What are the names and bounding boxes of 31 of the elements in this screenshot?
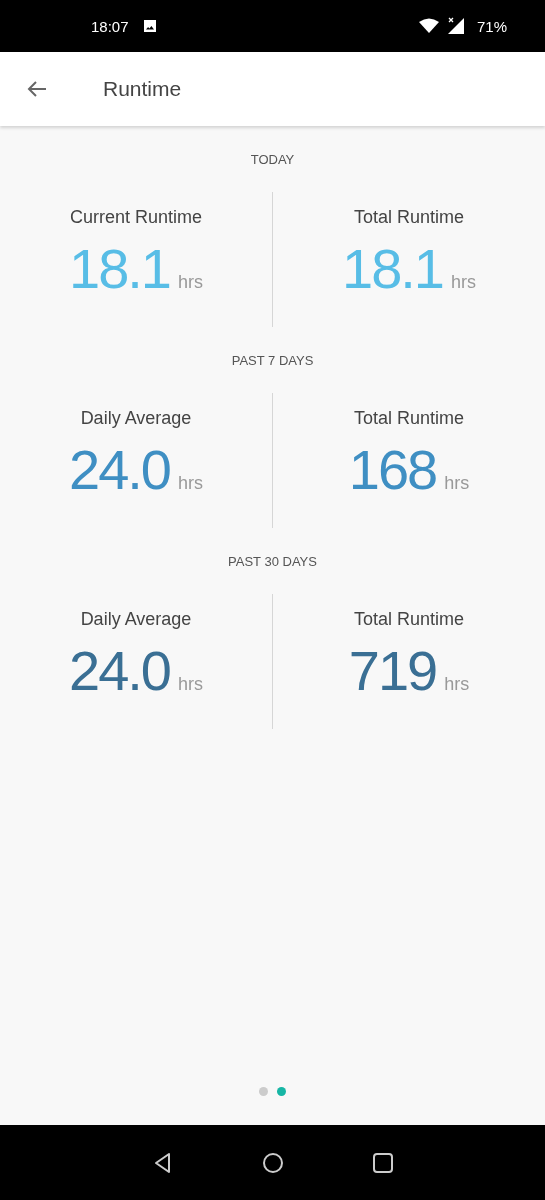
stat-label: Current Runtime: [69, 207, 202, 228]
screen-title: Runtime: [103, 77, 182, 101]
stat-label: Total Runtime: [353, 408, 465, 429]
stat-value: 168: [348, 439, 437, 501]
stat-value: 719: [348, 640, 437, 702]
signal-icon: [446, 17, 465, 35]
unit-label: hrs: [178, 272, 203, 293]
unit-label: hrs: [178, 473, 203, 494]
stat-value: 18.1: [69, 238, 170, 300]
unit-label: hrs: [444, 674, 470, 695]
wifi-icon: [418, 18, 439, 34]
battery-level: 71%: [476, 17, 507, 35]
home-icon[interactable]: [260, 1150, 285, 1175]
page-indicator-dot[interactable]: [259, 1087, 268, 1096]
recents-icon[interactable]: [370, 1150, 395, 1175]
stat-label: Daily Average: [80, 609, 192, 630]
stat-value: 24.0: [69, 439, 170, 501]
stat-label: Daily Average: [80, 408, 192, 429]
image-icon: [142, 19, 157, 33]
unit-label: hrs: [444, 473, 470, 494]
page-indicator-dot[interactable]: [277, 1087, 286, 1096]
section-heading: PAST 7 DAYS: [231, 352, 314, 370]
section-heading: PAST 30 DAYS: [228, 553, 317, 571]
clock: 18:07: [91, 17, 129, 35]
unit-label: hrs: [451, 272, 476, 293]
stat-value: 24.0: [69, 640, 170, 702]
stat-label: Total Runtime: [353, 207, 465, 228]
section-heading: TODAY: [250, 151, 295, 169]
unit-label: hrs: [178, 674, 203, 695]
stat-label: Total Runtime: [353, 609, 465, 630]
stat-value: 18.1: [342, 238, 443, 300]
